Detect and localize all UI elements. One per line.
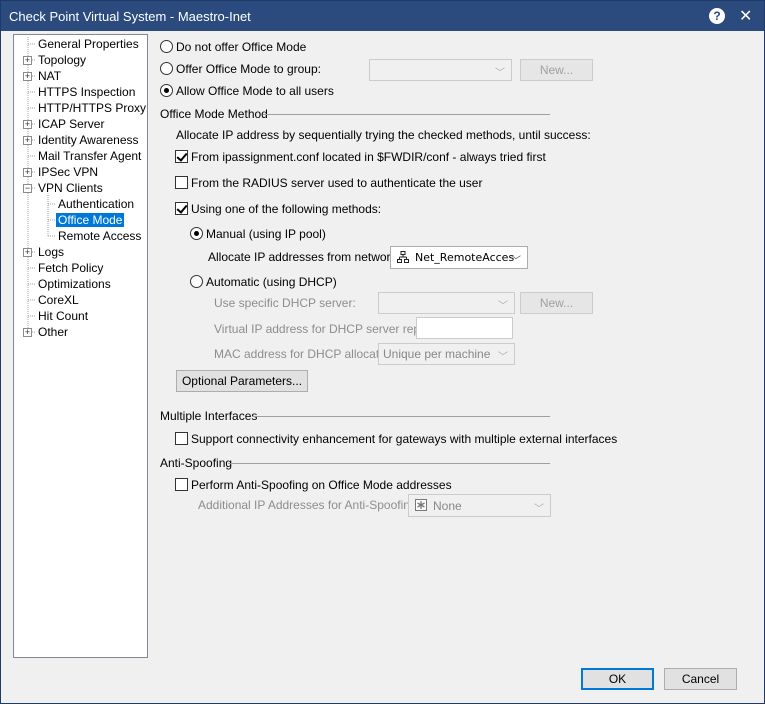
method-section-header: Office Mode Method	[160, 107, 268, 121]
tree-item-http-https-proxy[interactable]: HTTP/HTTPS Proxy	[36, 100, 148, 116]
ok-button[interactable]: OK	[581, 668, 654, 690]
multiple-interfaces-checkbox[interactable]	[175, 432, 188, 445]
tree-item-https-inspection[interactable]: HTTPS Inspection	[36, 84, 137, 100]
tree-item-fetch-policy[interactable]: Fetch Policy	[36, 260, 105, 276]
tree-item-nat[interactable]: NAT	[36, 68, 63, 84]
tree-item-vpn-clients[interactable]: VPN Clients	[36, 180, 105, 196]
manual-radio[interactable]	[190, 227, 203, 240]
ipassignment-checkbox[interactable]	[175, 150, 188, 163]
none-object-icon	[415, 499, 427, 514]
section-divider	[228, 463, 550, 464]
window-title: Check Point Virtual System - Maestro-Ine…	[9, 9, 251, 24]
no-offer-radio[interactable]	[160, 40, 173, 53]
cancel-button[interactable]: Cancel	[664, 668, 737, 690]
tree-item-identity-awareness[interactable]: Identity Awareness	[36, 132, 141, 148]
offer-group-label: Offer Office Mode to group:	[176, 62, 321, 76]
virtual-ip-input[interactable]	[416, 317, 513, 339]
dhcp-server-label: Use specific DHCP server:	[214, 296, 356, 310]
tree-item-other[interactable]: Other	[36, 324, 70, 340]
following-methods-label: Using one of the following methods:	[191, 202, 382, 216]
section-divider	[253, 416, 550, 417]
multiple-interfaces-label: Support connectivity enhancement for gat…	[191, 432, 618, 446]
close-icon[interactable]: ✕	[739, 6, 752, 26]
automatic-radio[interactable]	[190, 275, 203, 288]
tree-item-corexl[interactable]: CoreXL	[36, 292, 81, 308]
expand-icon[interactable]: +	[23, 248, 32, 257]
expand-icon[interactable]: +	[23, 120, 32, 129]
tree-item-office-mode[interactable]: Office Mode	[56, 212, 125, 228]
manual-label: Manual (using IP pool)	[206, 227, 326, 241]
all-users-label: Allow Office Mode to all users	[176, 84, 334, 98]
network-value: Net_RemoteAcces	[415, 251, 515, 264]
expand-icon[interactable]: +	[23, 56, 32, 65]
radius-label: From the RADIUS server used to authentic…	[191, 176, 483, 190]
expand-icon[interactable]: +	[23, 72, 32, 81]
offer-group-radio[interactable]	[160, 62, 173, 75]
help-icon[interactable]: ?	[709, 8, 725, 24]
mac-allocation-value: Unique per machine	[383, 347, 491, 361]
anti-spoofing-checkbox[interactable]	[175, 478, 188, 491]
mac-allocation-combo[interactable]: Unique per machine ﹀	[378, 343, 515, 365]
tree-item-topology[interactable]: Topology	[36, 52, 88, 68]
tree-item-icap-server[interactable]: ICAP Server	[36, 116, 106, 132]
chevron-down-icon: ﹀	[498, 301, 508, 312]
tree-item-authentication[interactable]: Authentication	[56, 196, 136, 212]
tree-item-ipsec-vpn[interactable]: IPSec VPN	[36, 164, 100, 180]
chevron-down-icon: ﹀	[498, 352, 508, 363]
title-bar: Check Point Virtual System - Maestro-Ine…	[1, 1, 764, 31]
expand-icon[interactable]: +	[23, 136, 32, 145]
tree-item-mail-transfer-agent[interactable]: Mail Transfer Agent	[36, 148, 143, 164]
dhcp-server-combo[interactable]: ﹀	[378, 292, 515, 314]
tree-item-logs[interactable]: Logs	[36, 244, 66, 260]
allocate-network-label: Allocate IP addresses from network:	[208, 250, 400, 264]
method-description: Allocate IP address by sequentially tryi…	[176, 128, 591, 142]
collapse-icon[interactable]: −	[23, 184, 32, 193]
tree-item-optimizations[interactable]: Optimizations	[36, 276, 113, 292]
network-combo[interactable]: Net_RemoteAcces ﹀	[390, 246, 528, 269]
chevron-down-icon: ﹀	[534, 504, 544, 515]
tree-item-hit-count[interactable]: Hit Count	[36, 308, 90, 324]
following-methods-checkbox[interactable]	[175, 202, 188, 215]
dialog-window: Check Point Virtual System - Maestro-Ine…	[0, 0, 765, 704]
no-offer-label: Do not offer Office Mode	[176, 40, 307, 54]
optional-parameters-button[interactable]: Optional Parameters...	[176, 370, 308, 392]
all-users-radio[interactable]	[160, 84, 173, 97]
navigation-tree: General Properties + Topology + NAT HTTP…	[13, 34, 148, 658]
ipassignment-label: From ipassignment.conf located in $FWDIR…	[191, 150, 546, 164]
additional-ip-label: Additional IP Addresses for Anti-Spoofin…	[198, 498, 420, 512]
dhcp-new-button[interactable]: New...	[520, 292, 593, 314]
radius-checkbox[interactable]	[175, 176, 188, 189]
group-new-button[interactable]: New...	[520, 59, 593, 81]
expand-icon[interactable]: +	[23, 328, 32, 337]
expand-icon[interactable]: +	[23, 168, 32, 177]
tree-item-remote-access[interactable]: Remote Access	[56, 228, 143, 244]
chevron-down-icon: ﹀	[511, 256, 521, 267]
chevron-down-icon: ﹀	[495, 68, 505, 79]
anti-spoofing-label: Perform Anti-Spoofing on Office Mode add…	[191, 478, 452, 492]
multiple-interfaces-header: Multiple Interfaces	[160, 409, 258, 423]
network-icon	[397, 251, 409, 266]
group-combo[interactable]: ﹀	[369, 59, 512, 81]
automatic-label: Automatic (using DHCP)	[206, 275, 337, 289]
additional-ip-value: None	[433, 499, 462, 513]
section-divider	[263, 114, 550, 115]
additional-ip-combo[interactable]: None ﹀	[408, 494, 551, 517]
virtual-ip-label: Virtual IP address for DHCP server repli…	[214, 322, 442, 336]
tree-item-general-properties[interactable]: General Properties	[36, 36, 141, 52]
mac-allocation-label: MAC address for DHCP allocation:	[214, 347, 399, 361]
anti-spoofing-header: Anti-Spoofing	[160, 456, 233, 470]
